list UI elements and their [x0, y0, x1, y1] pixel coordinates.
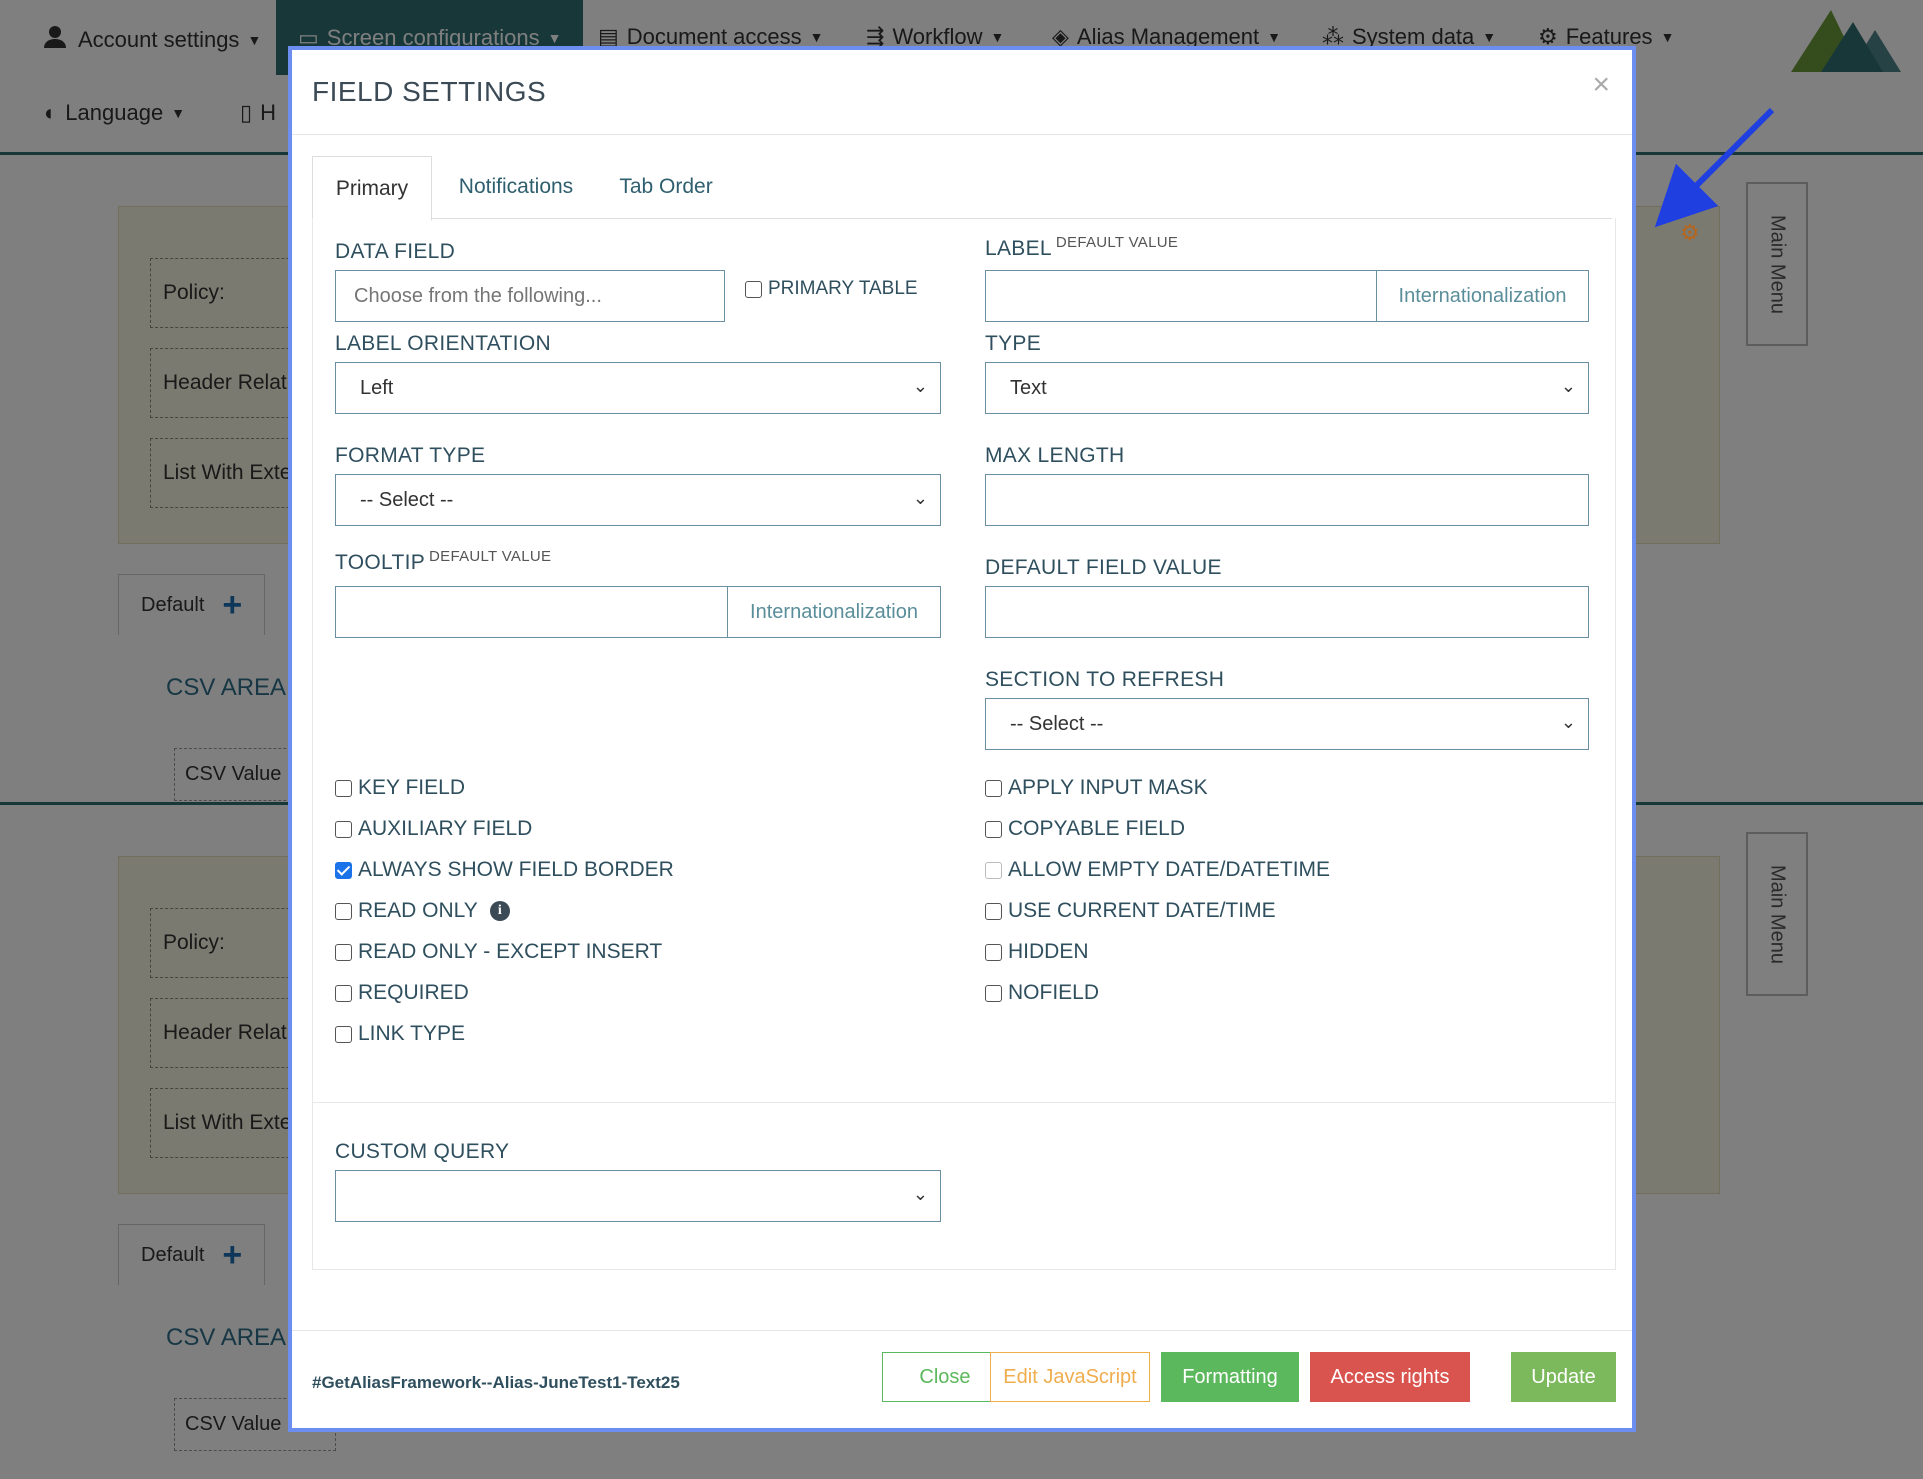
tooltip-label: TOOLTIP DEFAULT VALUE [335, 548, 551, 575]
checkbox-label: AUXILIARY FIELD [358, 817, 533, 840]
type-select[interactable]: Text ⌄ [985, 362, 1589, 414]
required-checkbox[interactable]: REQUIRED [335, 981, 469, 1005]
section-to-refresh-select[interactable]: -- Select -- ⌄ [985, 698, 1589, 750]
allow-empty-date-checkbox[interactable]: ALLOW EMPTY DATE/DATETIME [985, 858, 1330, 882]
checkbox-box[interactable] [985, 943, 1002, 961]
hidden-checkbox[interactable]: HIDDEN [985, 940, 1089, 964]
use-current-datetime-checkbox[interactable]: USE CURRENT DATE/TIME [985, 899, 1276, 923]
copyable-field-checkbox[interactable]: COPYABLE FIELD [985, 817, 1185, 841]
read-only-checkbox[interactable]: READ ONLY i [335, 899, 510, 923]
always-show-field-border-checkbox[interactable]: ALWAYS SHOW FIELD BORDER [335, 858, 674, 882]
checkbox-label: REQUIRED [358, 981, 469, 1004]
apply-input-mask-checkbox[interactable]: APPLY INPUT MASK [985, 776, 1208, 800]
tab-tab-order[interactable]: Tab Order [600, 156, 732, 218]
checkbox-box[interactable] [335, 1025, 352, 1043]
link-type-checkbox[interactable]: LINK TYPE [335, 1022, 465, 1046]
type-label: TYPE [985, 332, 1042, 355]
primary-tab-content: DATA FIELD PRIMARY TABLE LABELDEFAULT VA… [312, 218, 1616, 1270]
checkbox-box[interactable] [985, 902, 1002, 920]
select-value: -- Select -- [360, 488, 454, 511]
checkbox-box[interactable] [985, 861, 1002, 879]
custom-query-select[interactable]: ⌄ [335, 1170, 941, 1222]
field-settings-modal: FIELD SETTINGS × Primary Notifications T… [288, 46, 1636, 1432]
tab-bar: Primary Notifications Tab Order [312, 156, 1612, 221]
label-text: LABEL [985, 237, 1052, 260]
label-sup: DEFAULT VALUE [1055, 234, 1179, 251]
label-field-label: LABEL DEFAULT VALUE [985, 234, 1178, 261]
checkbox-label: ALLOW EMPTY DATE/DATETIME [1008, 858, 1331, 881]
checkbox-box[interactable] [985, 984, 1002, 1002]
close-icon[interactable]: × [1592, 68, 1610, 102]
checkbox-box[interactable] [335, 902, 352, 920]
key-field-checkbox[interactable]: KEY FIELD [335, 776, 465, 800]
tab-primary[interactable]: Primary [312, 156, 432, 221]
modal-title: FIELD SETTINGS [312, 76, 547, 107]
checkbox-label: NOFIELD [1008, 981, 1100, 1004]
access-rights-button[interactable]: Access rights [1310, 1352, 1470, 1402]
chevron-down-icon: ⌄ [1560, 712, 1576, 732]
checkbox-box[interactable] [335, 820, 352, 838]
label-orientation-label: LABEL ORIENTATION [335, 332, 551, 355]
checkbox-box[interactable] [335, 861, 352, 879]
max-length-input[interactable] [985, 474, 1589, 526]
checkbox-label: USE CURRENT DATE/TIME [1008, 899, 1276, 922]
checkbox-box[interactable] [985, 779, 1002, 797]
label-internationalization-button[interactable]: Internationalization [1376, 270, 1589, 322]
default-field-value-input[interactable] [985, 586, 1589, 638]
info-icon[interactable]: i [489, 901, 510, 921]
auxiliary-field-checkbox[interactable]: AUXILIARY FIELD [335, 817, 532, 841]
read-only-except-insert-checkbox[interactable]: READ ONLY - EXCEPT INSERT [335, 940, 662, 964]
checkbox-label: COPYABLE FIELD [1008, 817, 1186, 840]
data-field-input[interactable] [335, 270, 725, 322]
data-field-label: DATA FIELD [335, 240, 456, 263]
footer-divider [292, 1330, 1632, 1331]
nofield-checkbox[interactable]: NOFIELD [985, 981, 1099, 1005]
checkbox-label: LINK TYPE [358, 1022, 465, 1045]
chevron-down-icon: ⌄ [1560, 376, 1576, 396]
checkbox-label: APPLY INPUT MASK [1008, 776, 1208, 799]
select-value: -- Select -- [1010, 712, 1104, 735]
checkbox-label: HIDDEN [1008, 940, 1089, 963]
format-type-label: FORMAT TYPE [335, 444, 486, 467]
checkbox-label: PRIMARY TABLE [768, 278, 918, 299]
custom-query-label: CUSTOM QUERY [335, 1140, 510, 1163]
checkbox-box[interactable] [335, 779, 352, 797]
tooltip-internationalization-button[interactable]: Internationalization [727, 586, 941, 638]
chevron-down-icon: ⌄ [912, 376, 928, 396]
default-field-value-label: DEFAULT FIELD VALUE [985, 556, 1222, 579]
formatting-button[interactable]: Formatting [1161, 1352, 1299, 1402]
section-to-refresh-label: SECTION TO REFRESH [985, 668, 1225, 691]
tooltip-sup: DEFAULT VALUE [429, 548, 552, 565]
checkbox-label: READ ONLY - EXCEPT INSERT [358, 940, 663, 963]
label-input[interactable] [985, 270, 1377, 322]
checkbox-label: ALWAYS SHOW FIELD BORDER [358, 858, 674, 881]
select-value: Text [1010, 376, 1047, 399]
checkbox-label: READ ONLY [358, 899, 478, 922]
select-value: Left [360, 376, 394, 399]
field-identifier: #GetAliasFramework--Alias-JuneTest1-Text… [312, 1373, 680, 1392]
checkbox-box[interactable] [335, 943, 352, 961]
format-type-select[interactable]: -- Select -- ⌄ [335, 474, 941, 526]
tooltip-text: TOOLTIP [335, 551, 426, 574]
checkbox-box[interactable] [335, 984, 352, 1002]
edit-javascript-button[interactable]: Edit JavaScript [990, 1352, 1150, 1402]
max-length-label: MAX LENGTH [985, 444, 1125, 467]
primary-table-checkbox[interactable]: PRIMARY TABLE [745, 278, 918, 300]
chevron-down-icon: ⌄ [912, 1184, 928, 1204]
header-divider [292, 134, 1632, 135]
update-button[interactable]: Update [1511, 1352, 1616, 1402]
checkbox-box[interactable] [985, 820, 1002, 838]
label-orientation-select[interactable]: Left ⌄ [335, 362, 941, 414]
chevron-down-icon: ⌄ [912, 488, 928, 508]
tab-notifications[interactable]: Notifications [436, 156, 596, 218]
checkbox-label: KEY FIELD [358, 776, 465, 799]
section-divider [313, 1102, 1615, 1103]
tooltip-input[interactable] [335, 586, 728, 638]
checkbox-box[interactable] [745, 280, 762, 298]
